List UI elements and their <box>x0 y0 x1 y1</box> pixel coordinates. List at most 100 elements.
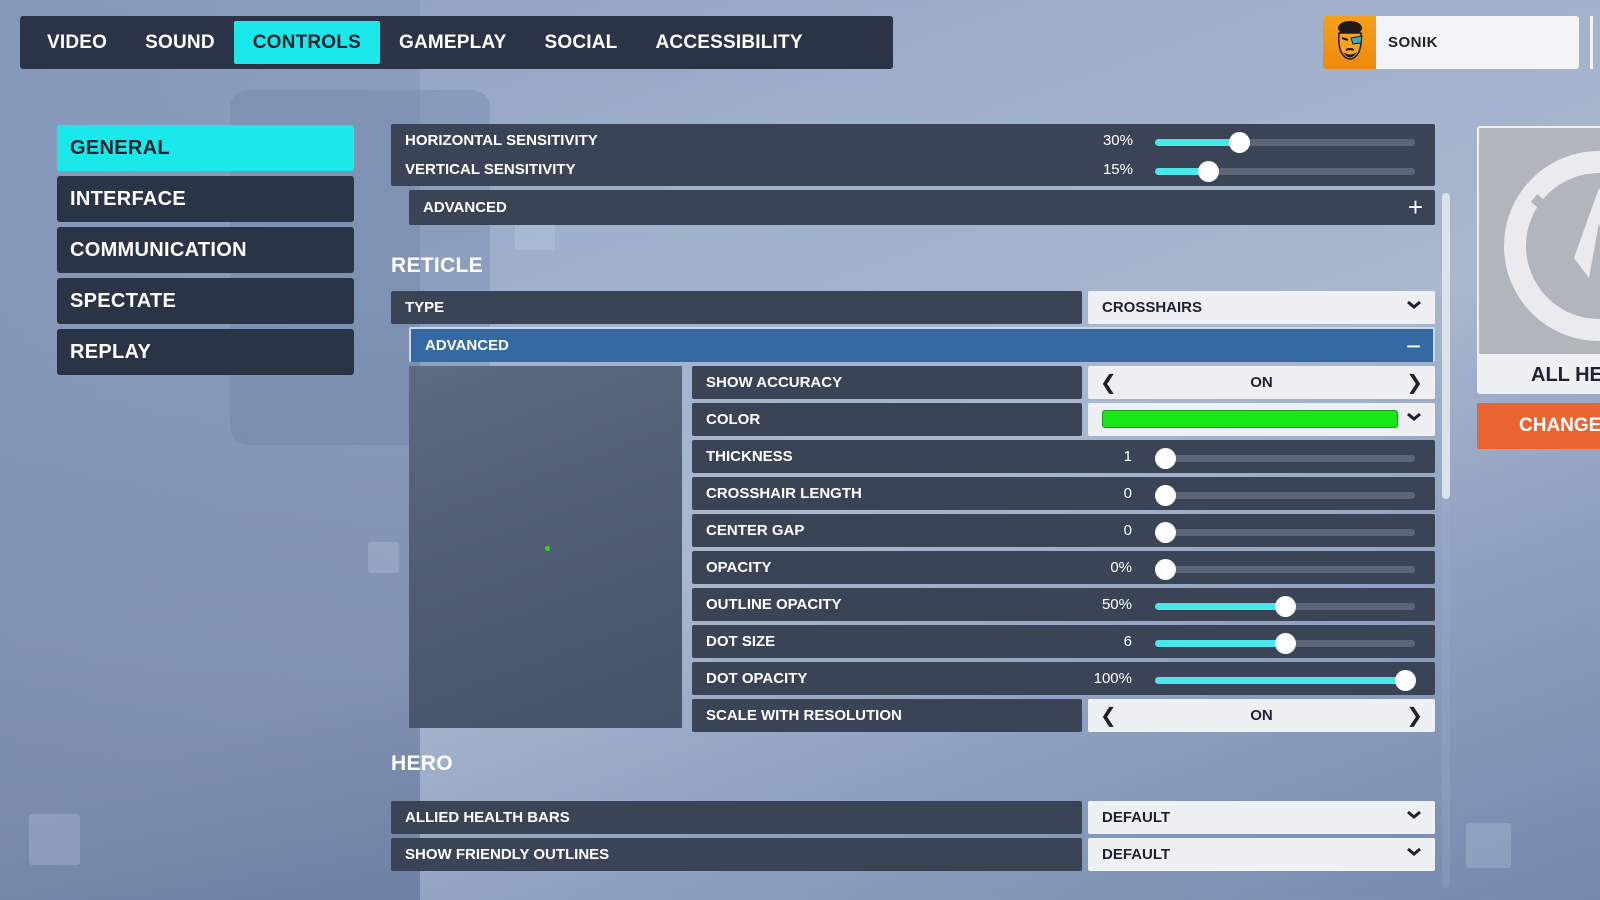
thickness-slider[interactable] <box>1155 448 1415 469</box>
dot-opacity-row: DOT OPACITY 100% <box>692 662 1435 695</box>
sidebar-item-general[interactable]: GENERAL <box>57 125 354 171</box>
outline-opacity-value: 50% <box>1101 596 1132 613</box>
horizontal-sensitivity-slider[interactable] <box>1155 132 1415 153</box>
reticle-preview <box>409 366 682 728</box>
outline-opacity-row: OUTLINE OPACITY 50% <box>692 588 1435 621</box>
reticle-advanced-toggle[interactable]: ADVANCED − <box>409 327 1435 362</box>
sidebar-item-communication[interactable]: COMMUNICATION <box>57 227 354 273</box>
slider-fill <box>1155 603 1285 610</box>
tab-gameplay[interactable]: GAMEPLAY <box>380 21 526 64</box>
dot-size-slider[interactable] <box>1155 633 1415 654</box>
chevron-right-icon[interactable]: ❯ <box>1406 699 1423 732</box>
dot-opacity-slider[interactable] <box>1155 670 1416 691</box>
scrollbar-thumb[interactable] <box>1442 193 1450 499</box>
tab-video[interactable]: VIDEO <box>28 21 126 64</box>
allied-health-bars-dropdown[interactable]: DEFAULT <box>1088 801 1435 834</box>
slider-knob[interactable] <box>1155 522 1176 543</box>
crosshair-length-value: 0 <box>1123 485 1132 502</box>
avatar <box>1323 16 1376 69</box>
collapse-minus-icon[interactable]: − <box>1406 329 1421 364</box>
dot-opacity-value: 100% <box>1093 670 1132 687</box>
outline-opacity-slider[interactable] <box>1155 596 1415 617</box>
aim-advanced-toggle[interactable]: ADVANCED + <box>409 190 1435 225</box>
opacity-slider[interactable] <box>1155 559 1415 580</box>
reticle-section-title: RETICLE <box>391 254 483 277</box>
scale-with-resolution-row: SCALE WITH RESOLUTION ❮ ON ❯ <box>692 699 1435 732</box>
allied-health-bars-label: ALLIED HEALTH BARS <box>391 801 1082 834</box>
show-accuracy-selector[interactable]: ❮ ON ❯ <box>1088 366 1435 399</box>
color-swatch <box>1102 410 1398 428</box>
tab-accessibility[interactable]: ACCESSIBILITY <box>636 21 821 64</box>
sidebar-item-replay[interactable]: REPLAY <box>57 329 354 375</box>
player-name: SONIK <box>1388 34 1439 51</box>
vertical-sensitivity-value: 15% <box>1102 161 1133 178</box>
dot-size-row: DOT SIZE 6 <box>692 625 1435 658</box>
color-label: COLOR <box>692 403 1082 436</box>
chevron-right-icon[interactable]: ❯ <box>1406 366 1423 399</box>
chevron-down-icon <box>1407 810 1421 819</box>
settings-category-tabs: VIDEO SOUND CONTROLS GAMEPLAY SOCIAL ACC… <box>20 16 893 69</box>
show-friendly-outlines-value: DEFAULT <box>1102 846 1171 863</box>
scale-with-resolution-label: SCALE WITH RESOLUTION <box>692 699 1082 732</box>
reticle-type-dropdown[interactable]: CROSSHAIRS <box>1088 291 1435 324</box>
change-hero-button[interactable]: CHANGE HERO <box>1477 403 1600 449</box>
slider-knob[interactable] <box>1275 633 1296 654</box>
show-accuracy-row: SHOW ACCURACY ❮ ON ❯ <box>692 366 1435 399</box>
hero-portrait <box>1479 128 1600 354</box>
opacity-row: OPACITY 0% <box>692 551 1435 584</box>
tab-social[interactable]: SOCIAL <box>526 21 637 64</box>
dot-size-value: 6 <box>1123 633 1132 650</box>
allied-health-bars-row: ALLIED HEALTH BARS DEFAULT <box>391 801 1435 834</box>
crosshair-length-row: CROSSHAIR LENGTH 0 <box>692 477 1435 510</box>
settings-scrollbar[interactable] <box>1442 193 1450 888</box>
show-friendly-outlines-dropdown[interactable]: DEFAULT <box>1088 838 1435 871</box>
color-dropdown[interactable] <box>1088 403 1435 436</box>
slider-fill <box>1155 139 1240 146</box>
expand-plus-icon[interactable]: + <box>1408 190 1423 225</box>
opacity-value: 0% <box>1110 559 1132 576</box>
slider-knob[interactable] <box>1275 596 1296 617</box>
slider-knob[interactable] <box>1155 448 1176 469</box>
reticle-type-value: CROSSHAIRS <box>1102 299 1203 316</box>
scale-with-resolution-value: ON <box>1250 707 1273 724</box>
reticle-advanced-label: ADVANCED <box>425 337 509 354</box>
reticle-type-label: TYPE <box>391 291 1082 324</box>
tab-sound[interactable]: SOUND <box>126 21 234 64</box>
reticle-preview-dot <box>545 546 550 551</box>
crosshair-length-slider[interactable] <box>1155 485 1415 506</box>
allied-health-bars-value: DEFAULT <box>1102 809 1171 826</box>
slider-knob[interactable] <box>1155 485 1176 506</box>
profile-edge <box>1590 16 1593 69</box>
chevron-left-icon[interactable]: ❮ <box>1100 699 1117 732</box>
chevron-down-icon <box>1407 412 1421 421</box>
tab-controls[interactable]: CONTROLS <box>233 21 380 64</box>
background-tile <box>1466 823 1511 868</box>
thickness-row: THICKNESS 1 <box>692 440 1435 473</box>
show-accuracy-value: ON <box>1250 374 1273 391</box>
controls-subcategory-menu: GENERAL INTERFACE COMMUNICATION SPECTATE… <box>57 125 354 380</box>
slider-knob[interactable] <box>1395 670 1416 691</box>
background-tile <box>368 542 399 573</box>
chevron-down-icon <box>1407 300 1421 309</box>
vertical-sensitivity-row: VERTICAL SENSITIVITY 15% <box>391 153 1435 186</box>
background-tile <box>29 814 80 865</box>
sidebar-item-spectate[interactable]: SPECTATE <box>57 278 354 324</box>
center-gap-slider[interactable] <box>1155 522 1415 543</box>
player-avatar-icon <box>1337 20 1363 60</box>
color-row: COLOR <box>692 403 1435 436</box>
vertical-sensitivity-slider[interactable] <box>1155 161 1415 182</box>
slider-knob[interactable] <box>1155 559 1176 580</box>
aim-advanced-label: ADVANCED <box>423 199 507 216</box>
player-profile[interactable]: SONIK <box>1323 16 1579 69</box>
thickness-value: 1 <box>1123 448 1132 465</box>
slider-fill <box>1155 640 1285 647</box>
hero-select-label: ALL HEROES <box>1531 364 1600 386</box>
slider-fill <box>1155 677 1405 684</box>
chevron-left-icon[interactable]: ❮ <box>1100 366 1117 399</box>
sidebar-item-interface[interactable]: INTERFACE <box>57 176 354 222</box>
reticle-type-row: TYPE CROSSHAIRS <box>391 291 1435 324</box>
scale-with-resolution-selector[interactable]: ❮ ON ❯ <box>1088 699 1435 732</box>
hero-select-card[interactable]: ALL HEROES <box>1477 126 1600 394</box>
center-gap-value: 0 <box>1123 522 1132 539</box>
hero-section-title: HERO <box>391 752 453 775</box>
